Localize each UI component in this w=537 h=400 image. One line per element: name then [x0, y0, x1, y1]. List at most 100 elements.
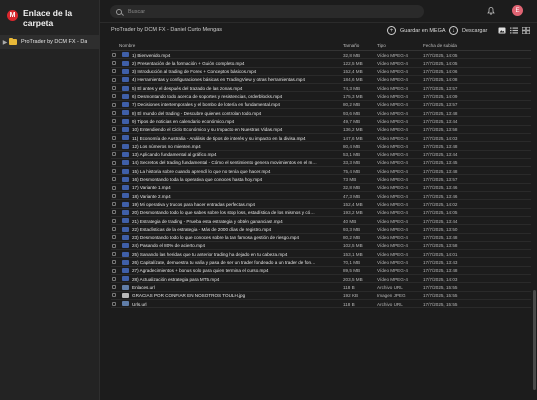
- column-header-name[interactable]: Nombre: [119, 43, 135, 48]
- list-view-icon[interactable]: [510, 27, 518, 34]
- file-name[interactable]: 3) Introducción al trading de Forex + Co…: [132, 69, 317, 74]
- image-view-icon[interactable]: [498, 27, 506, 34]
- table-row[interactable]: 28) Actualización estrategia para MT5.mp…: [111, 275, 531, 284]
- table-row[interactable]: 23) Desmontando todo lo que conoces sobr…: [111, 234, 531, 242]
- row-checkbox[interactable]: [112, 77, 116, 82]
- sidebar-item-folder[interactable]: ▶ ProTrader by DCM FX - Da: [0, 35, 100, 49]
- table-row[interactable]: 21) Estrategia de trading - Prueba esta …: [111, 217, 531, 226]
- file-name[interactable]: 25) Sanando las heridas que tu anterior …: [132, 252, 317, 257]
- table-row[interactable]: 24) Pasando el 80% de acierto.mp4 102,5 M…: [111, 242, 531, 251]
- file-name[interactable]: GRACIAS POR CONFIAR EN NOSOTROS TOULH.jp…: [132, 293, 317, 298]
- table-row[interactable]: 18) Variante 2.mp4 47,3 MB Vídeo MPEG-4 17/…: [111, 192, 531, 201]
- table-row[interactable]: 25) Sanando las heridas que tu anterior …: [111, 250, 531, 259]
- column-header-date[interactable]: Fecha de subida: [423, 43, 457, 48]
- table-row[interactable]: 14) Secretos del trading fundamental - C…: [111, 159, 531, 168]
- file-name[interactable]: 24) Pasando el 80% de acierto.mp4: [132, 243, 317, 248]
- file-name[interactable]: 23) Desmontando todo lo que conoces sobr…: [132, 235, 317, 240]
- file-name[interactable]: 1) Bienvenido.mp4: [132, 53, 317, 58]
- row-checkbox[interactable]: [112, 202, 116, 207]
- table-row[interactable]: 19) Mi operativa y trucos para hacer ent…: [111, 200, 531, 209]
- table-row[interactable]: Urls.url 118 B Archivo URL 17/7/2025, 15:55: [111, 300, 531, 309]
- row-checkbox[interactable]: [112, 85, 116, 90]
- row-checkbox[interactable]: [112, 276, 116, 281]
- row-checkbox[interactable]: [112, 52, 116, 57]
- row-checkbox[interactable]: [112, 144, 116, 149]
- table-row[interactable]: 16) Desmontando toda la operativa que co…: [111, 175, 531, 184]
- table-row[interactable]: 20) Desmontando todo lo que sabes sobre …: [111, 209, 531, 217]
- row-checkbox[interactable]: [112, 110, 116, 115]
- file-name[interactable]: 6) Desmontando todo acerca de soportes y…: [132, 94, 317, 99]
- file-name[interactable]: 17) Variante 1.mp4: [132, 185, 317, 190]
- row-checkbox[interactable]: [112, 260, 116, 265]
- row-checkbox[interactable]: [112, 210, 116, 215]
- file-name[interactable]: 2) Presentación de la formación + Guión …: [132, 61, 317, 66]
- row-checkbox[interactable]: [112, 218, 116, 223]
- row-checkbox[interactable]: [112, 177, 116, 182]
- table-row[interactable]: 10) Entendiendo el Ciclo Económico y su …: [111, 126, 531, 134]
- file-name[interactable]: 9) Tipos de noticias en calendario econó…: [132, 119, 317, 124]
- row-checkbox[interactable]: [112, 152, 116, 157]
- file-name[interactable]: 28) Actualización estrategia para MT5.mp…: [132, 277, 317, 282]
- column-header-size[interactable]: Tamaño: [343, 43, 359, 48]
- row-checkbox[interactable]: [112, 102, 116, 107]
- file-name[interactable]: 15) La historia sobre cuando aprendí lo …: [132, 169, 317, 174]
- file-name[interactable]: 8) El mundo del trading - Descubre quien…: [132, 111, 317, 116]
- row-checkbox[interactable]: [112, 127, 116, 132]
- table-row[interactable]: Enlaces.url 118 B Archivo URL 17/7/2025, 15…: [111, 283, 531, 292]
- table-row[interactable]: 3) Introducción al trading de Forex + Co…: [111, 68, 531, 76]
- search-box[interactable]: [110, 5, 424, 18]
- row-checkbox[interactable]: [112, 61, 116, 66]
- file-name[interactable]: 14) Secretos del trading fundamental - C…: [132, 160, 317, 165]
- file-name[interactable]: 16) Desmontando toda la operativa que co…: [132, 177, 317, 182]
- file-name[interactable]: Enlaces.url: [132, 285, 317, 290]
- row-checkbox[interactable]: [112, 168, 116, 173]
- table-row[interactable]: GRACIAS POR CONFIAR EN NOSOTROS TOULH.jp…: [111, 292, 531, 300]
- row-checkbox[interactable]: [112, 193, 116, 198]
- table-row[interactable]: 1) Bienvenido.mp4 32,8 MB Vídeo MPEG-4 17/7…: [111, 51, 531, 60]
- row-checkbox[interactable]: [112, 285, 116, 290]
- mega-logo-icon[interactable]: M: [7, 10, 18, 21]
- table-row[interactable]: 17) Variante 1.mp4 32,8 MB Vídeo MPEG-4 17/…: [111, 184, 531, 193]
- row-checkbox[interactable]: [112, 235, 116, 240]
- row-checkbox[interactable]: [112, 69, 116, 74]
- file-name[interactable]: 21) Estrategia de trading - Prueba esta …: [132, 219, 317, 224]
- file-name[interactable]: 20) Desmontando todo lo que sabes sobre …: [132, 210, 317, 215]
- table-row[interactable]: 5) El antes y el después del trazado de …: [111, 84, 531, 93]
- file-name[interactable]: 19) Mi operativa y trucos para hacer ent…: [132, 202, 317, 207]
- table-row[interactable]: 26) Capitalízate, demuestra tu valía y p…: [111, 258, 531, 267]
- table-row[interactable]: 7) Decisiones intertemporales y el bombo…: [111, 101, 531, 110]
- row-checkbox[interactable]: [112, 293, 116, 298]
- table-row[interactable]: 4) Herramientas y configuraciones básica…: [111, 76, 531, 85]
- file-name[interactable]: 11) Economía de Australia - Análisis de …: [132, 136, 317, 141]
- row-checkbox[interactable]: [112, 301, 116, 306]
- row-checkbox[interactable]: [112, 268, 116, 273]
- download-button[interactable]: ↓ Descargar: [449, 26, 487, 35]
- row-checkbox[interactable]: [112, 251, 116, 256]
- table-row[interactable]: 12) Los números no mienten.mp4 80,4 MB Víd…: [111, 142, 531, 151]
- table-row[interactable]: 15) La historia sobre cuando aprendí lo …: [111, 167, 531, 176]
- file-name[interactable]: Urls.url: [132, 302, 317, 307]
- scrollbar-thumb[interactable]: [533, 290, 536, 390]
- file-name[interactable]: 7) Decisiones intertemporales y el bombo…: [132, 102, 317, 107]
- file-name[interactable]: 5) El antes y el después del trazado de …: [132, 86, 317, 91]
- file-name[interactable]: 10) Entendiendo el Ciclo Económico y su …: [132, 127, 317, 132]
- row-checkbox[interactable]: [112, 227, 116, 232]
- row-checkbox[interactable]: [112, 94, 116, 99]
- table-row[interactable]: 2) Presentación de la formación + Guión …: [111, 59, 531, 68]
- file-name[interactable]: 13) Aplicando fundamental al gráfico.mp4: [132, 152, 317, 157]
- search-input[interactable]: [128, 8, 408, 15]
- file-name[interactable]: 26) Capitalízate, demuestra tu valía y p…: [132, 260, 317, 265]
- file-name[interactable]: 27) Agradecimientos + bonus solo para qu…: [132, 268, 317, 273]
- table-row[interactable]: 8) El mundo del trading - Descubre quien…: [111, 109, 531, 118]
- table-row[interactable]: 6) Desmontando todo acerca de soportes y…: [111, 92, 531, 101]
- table-row[interactable]: 27) Agradecimientos + bonus solo para qu…: [111, 267, 531, 276]
- grid-view-icon[interactable]: [522, 27, 530, 34]
- row-checkbox[interactable]: [112, 119, 116, 124]
- table-row[interactable]: 9) Tipos de noticias en calendario econó…: [111, 117, 531, 126]
- file-name[interactable]: 22) Estadísticas de la estrategia - Más …: [132, 227, 317, 232]
- column-header-type[interactable]: Tipo: [377, 43, 386, 48]
- file-name[interactable]: 12) Los números no mienten.mp4: [132, 144, 317, 149]
- bell-icon[interactable]: [487, 6, 495, 15]
- row-checkbox[interactable]: [112, 185, 116, 190]
- row-checkbox[interactable]: [112, 243, 116, 248]
